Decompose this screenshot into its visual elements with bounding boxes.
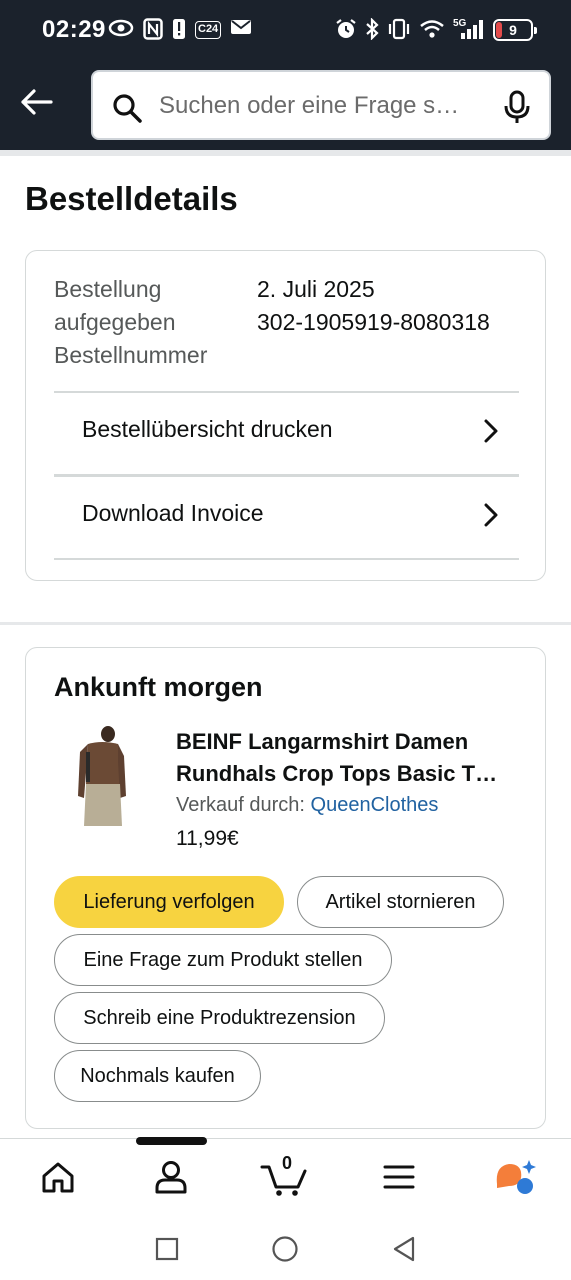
recent-apps-button[interactable] — [150, 1232, 184, 1266]
search-bar[interactable]: Suchen oder eine Frage s… — [91, 70, 551, 140]
arrival-heading: Ankunft morgen — [54, 672, 263, 702]
seller-prefix: Verkauf durch: — [176, 794, 305, 816]
chevron-right-icon — [483, 418, 499, 449]
tab-rufus[interactable] — [484, 1153, 544, 1201]
header-divider — [0, 150, 571, 156]
search-input[interactable]: Suchen oder eine Frage s… — [159, 92, 479, 120]
cancel-item-button[interactable]: Artikel stornieren — [297, 876, 504, 928]
battery-level: 9 — [509, 22, 517, 38]
home-icon — [42, 1162, 74, 1193]
status-time: 02:29 — [42, 16, 106, 43]
status-right-icons: 5G 9 — [335, 17, 537, 42]
order-placed-label-line2: aufgegeben — [54, 309, 176, 335]
print-order-summary-link[interactable]: Bestellübersicht drucken — [54, 392, 519, 474]
mail-icon — [230, 18, 252, 42]
bluetooth-icon — [365, 17, 379, 42]
shipment-card: Ankunft morgen BEINF Langarmshirt Damen … — [25, 647, 546, 1129]
order-number-label: Bestellnummer — [54, 342, 208, 368]
alarm-icon — [335, 18, 357, 42]
tab-home[interactable] — [28, 1153, 88, 1201]
vibrate-icon — [387, 18, 411, 42]
tab-account[interactable] — [141, 1153, 201, 1201]
order-info-card: Bestellung aufgegeben Bestellnummer 2. J… — [25, 250, 546, 581]
signal-icon: 5G — [453, 18, 485, 42]
order-date: 2. Juli 2025 — [257, 276, 375, 302]
home-button[interactable] — [268, 1232, 302, 1266]
account-icon — [155, 1161, 187, 1194]
write-review-button[interactable]: Schreib eine Produktrezension — [54, 992, 385, 1044]
network-label: 5G — [453, 18, 467, 29]
c24-icon: C24 — [195, 21, 222, 39]
product-title-link[interactable]: BEINF Langarmshirt Damen Rundhals Crop T… — [176, 726, 521, 790]
page-title: Bestelldetails — [25, 180, 238, 217]
bottom-tab-bar: 0 — [0, 1138, 571, 1214]
seller-info: Verkauf durch: QueenClothes — [176, 794, 438, 817]
alert-icon — [172, 18, 186, 42]
print-order-summary-label: Bestellübersicht drucken — [82, 416, 333, 442]
order-placed-label-line1: Bestellung — [54, 276, 162, 302]
search-icon — [111, 92, 143, 129]
microphone-icon[interactable] — [503, 90, 531, 129]
track-delivery-button[interactable]: Lieferung verfolgen — [54, 876, 284, 928]
section-divider — [0, 622, 571, 625]
download-invoice-link[interactable]: Download Invoice — [54, 476, 519, 558]
order-number: 302-1905919-8080318 — [257, 309, 490, 335]
product-price: 11,99€ — [176, 827, 239, 850]
tab-menu[interactable] — [369, 1153, 429, 1201]
app-header: 02:29 C24 5G 9 Suchen oder eine Frage s… — [0, 0, 571, 150]
rufus-icon — [496, 1160, 536, 1194]
status-left-icons: C24 — [108, 18, 252, 42]
drag-handle[interactable] — [136, 1137, 207, 1145]
divider — [54, 558, 519, 560]
chevron-right-icon — [483, 502, 499, 533]
triangle-back-icon — [393, 1236, 415, 1262]
eye-icon — [108, 18, 134, 42]
wifi-icon — [419, 18, 445, 42]
tab-cart[interactable]: 0 — [254, 1153, 314, 1201]
menu-icon — [383, 1165, 415, 1189]
circle-icon — [272, 1236, 298, 1262]
cart-count: 0 — [282, 1153, 293, 1173]
battery-icon: 9 — [493, 19, 537, 41]
back-arrow-icon — [21, 89, 53, 115]
square-icon — [155, 1237, 179, 1261]
buy-again-button[interactable]: Nochmals kaufen — [54, 1050, 261, 1102]
back-button[interactable] — [16, 82, 56, 122]
nfc-icon — [143, 18, 163, 42]
system-navigation-bar — [0, 1214, 571, 1280]
download-invoice-label: Download Invoice — [82, 500, 264, 526]
status-bar: 02:29 C24 5G 9 — [0, 0, 571, 62]
product-thumbnail[interactable] — [74, 726, 130, 826]
seller-link[interactable]: QueenClothes — [311, 794, 439, 816]
ask-question-button[interactable]: Eine Frage zum Produkt stellen — [54, 934, 392, 986]
system-back-button[interactable] — [387, 1232, 421, 1266]
